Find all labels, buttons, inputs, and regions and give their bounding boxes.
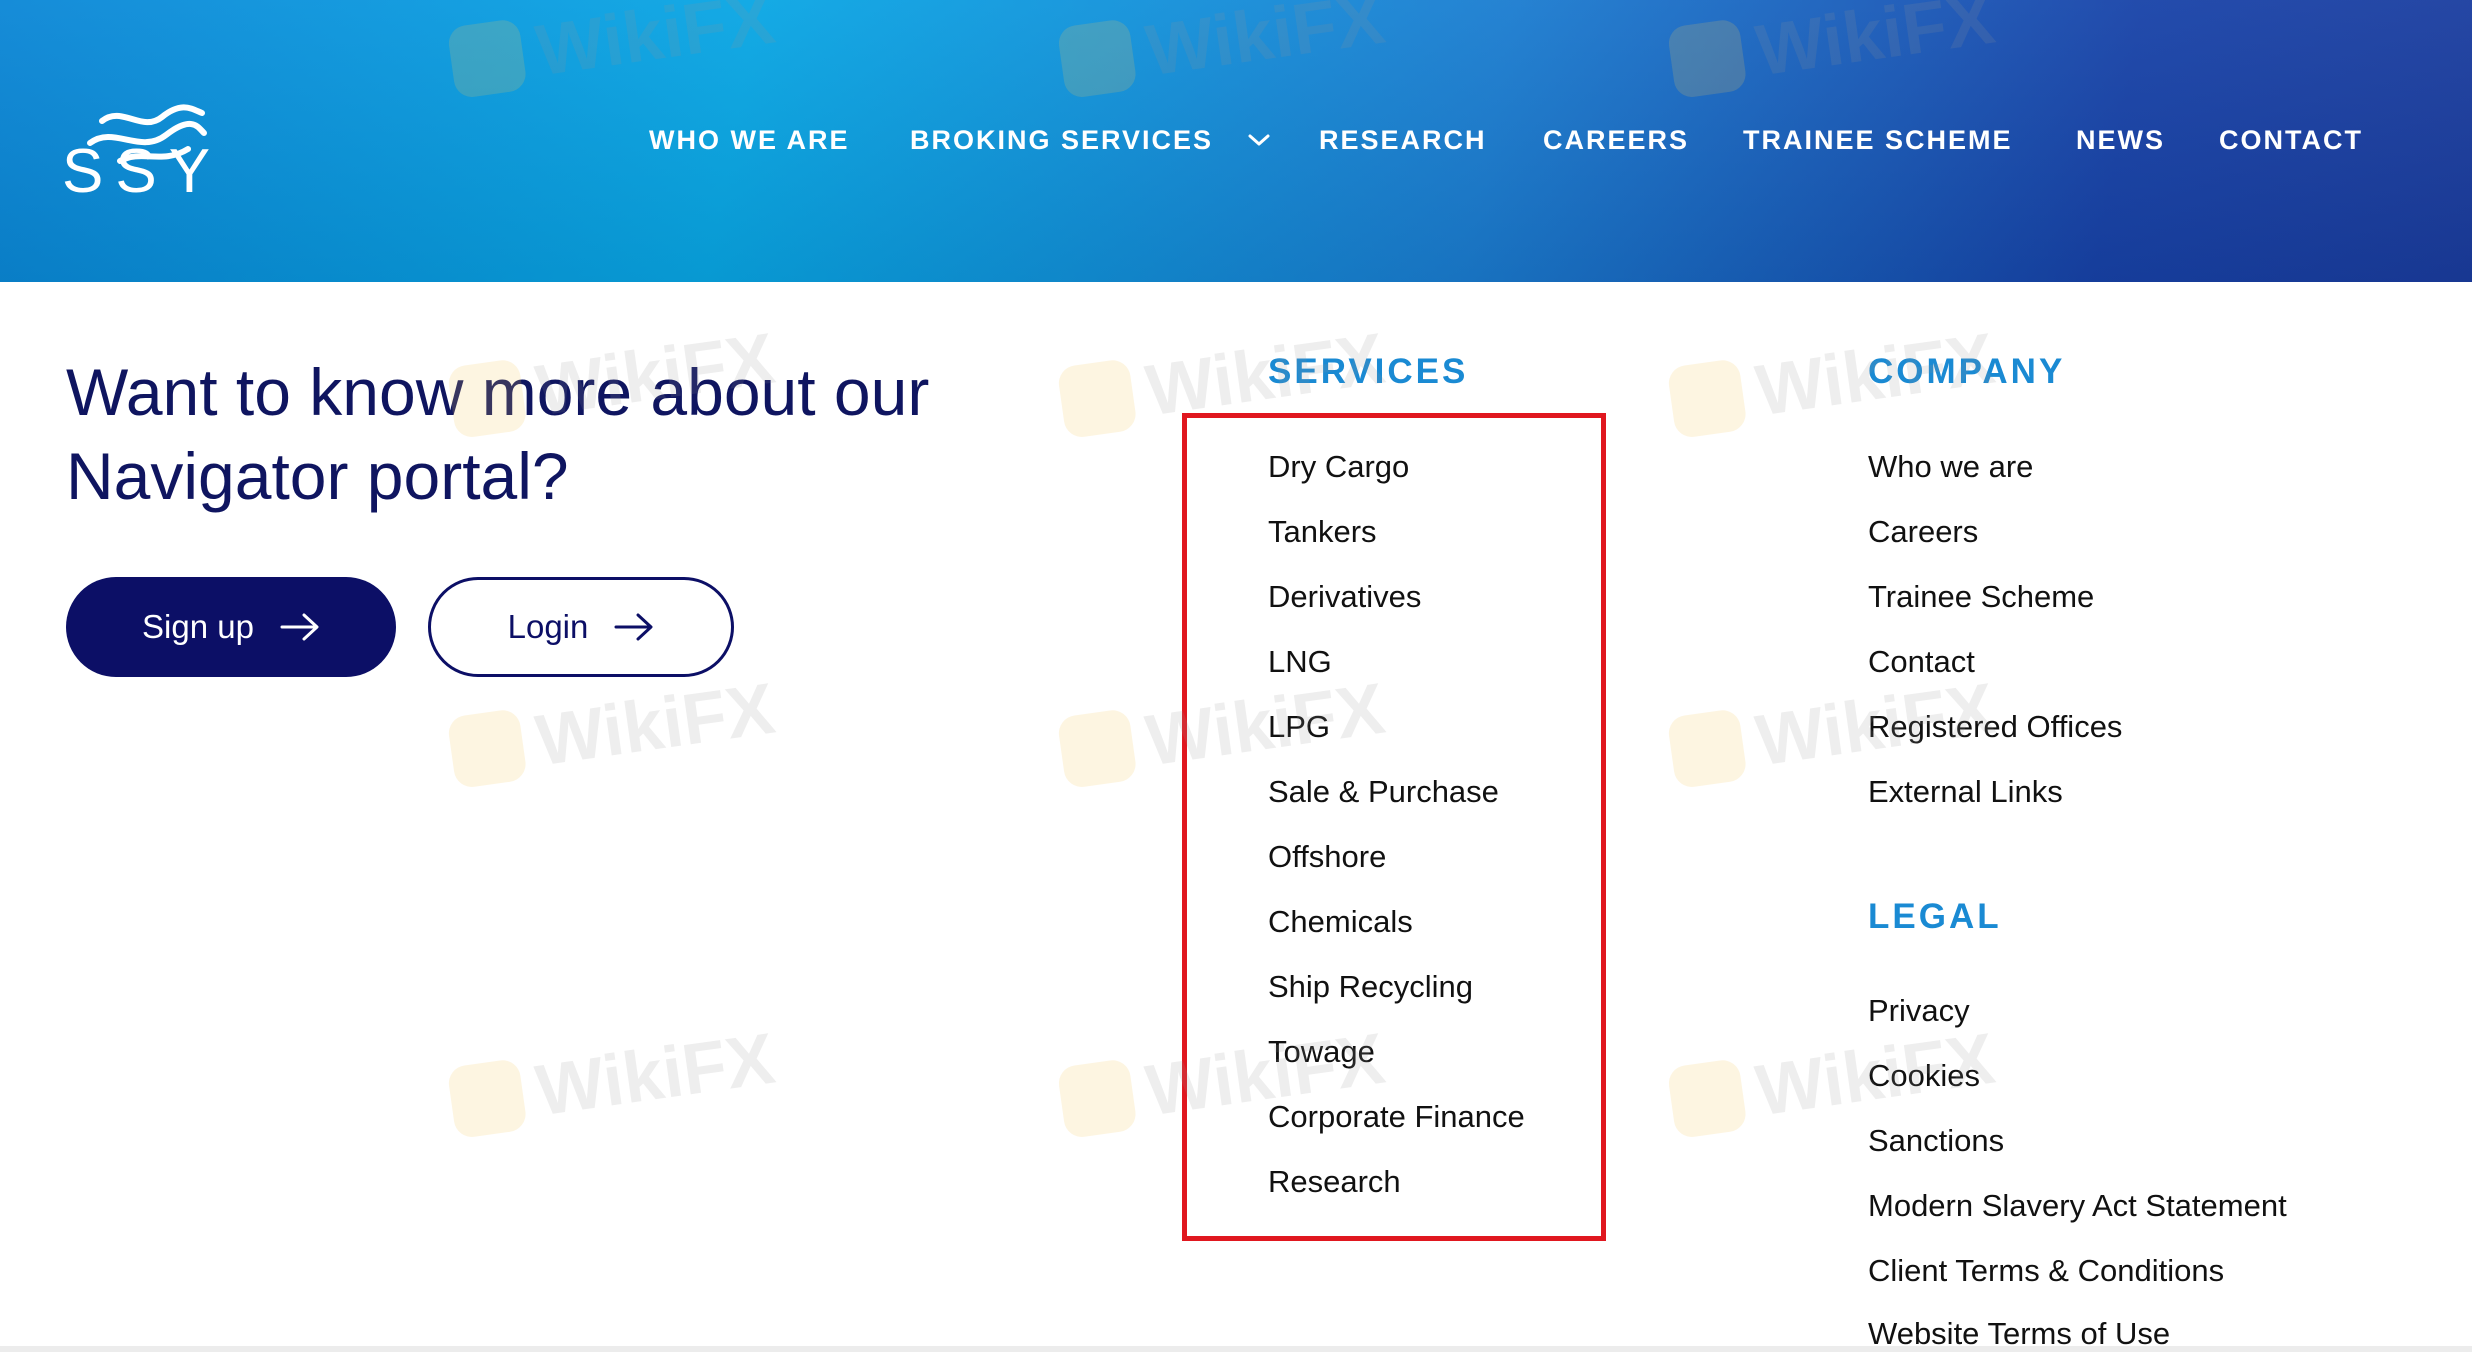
site-header: SSY WHO WE ARE BROKING SERVICES RESEARCH… [0, 0, 2472, 282]
footer-link-trainee-scheme[interactable]: Trainee Scheme [1868, 577, 2094, 617]
watermark-logo-icon [1056, 357, 1138, 440]
watermark-logo-icon [1666, 1057, 1748, 1140]
arrow-right-icon [614, 613, 653, 641]
watermark: WikiFX [446, 1018, 780, 1144]
footer-link-privacy[interactable]: Privacy [1868, 991, 1970, 1031]
main-nav: WHO WE ARE BROKING SERVICES RESEARCH CAR… [0, 120, 2472, 160]
watermark-logo-icon [1666, 707, 1748, 790]
watermark-logo-icon [1056, 707, 1138, 790]
signup-button-label: Sign up [142, 608, 254, 645]
arrow-right-icon [280, 613, 319, 641]
watermark-logo-icon [1666, 357, 1748, 440]
watermark: WikiFX [446, 668, 780, 794]
nav-careers[interactable]: CAREERS [1543, 120, 1689, 160]
company-heading: COMPANY [1868, 352, 2066, 391]
chevron-down-icon[interactable] [1247, 130, 1271, 150]
page-bottom-divider [0, 1346, 2472, 1352]
watermark-logo-icon [1056, 1057, 1138, 1140]
signup-button[interactable]: Sign up [66, 577, 396, 677]
nav-trainee-scheme[interactable]: TRAINEE SCHEME [1743, 120, 2013, 160]
services-heading: SERVICES [1268, 352, 1469, 391]
nav-broking-services[interactable]: BROKING SERVICES [910, 120, 1213, 160]
nav-who-we-are[interactable]: WHO WE ARE [649, 120, 849, 160]
footer-link-client-terms[interactable]: Client Terms & Conditions [1868, 1251, 2224, 1291]
watermark-logo-icon [446, 1057, 528, 1140]
footer-link-contact[interactable]: Contact [1868, 642, 1975, 682]
login-button[interactable]: Login [428, 577, 734, 677]
footer-link-cookies[interactable]: Cookies [1868, 1056, 1980, 1096]
nav-research[interactable]: RESEARCH [1319, 120, 1487, 160]
legal-heading: LEGAL [1868, 897, 2002, 936]
navigator-cta-title: Want to know more about our Navigator po… [66, 355, 930, 513]
footer-link-modern-slavery[interactable]: Modern Slavery Act Statement [1868, 1186, 2287, 1226]
nav-news[interactable]: NEWS [2076, 120, 2165, 160]
nav-contact[interactable]: CONTACT [2219, 120, 2363, 160]
footer-link-external-links[interactable]: External Links [1868, 772, 2063, 812]
highlight-box [1182, 413, 1606, 1241]
footer-link-sanctions[interactable]: Sanctions [1868, 1121, 2004, 1161]
footer-link-who-we-are[interactable]: Who we are [1868, 447, 2033, 487]
watermark-logo-icon [446, 707, 528, 790]
login-button-label: Login [507, 608, 589, 645]
footer-link-registered-offices[interactable]: Registered Offices [1868, 707, 2122, 747]
footer-link-careers[interactable]: Careers [1868, 512, 1978, 552]
